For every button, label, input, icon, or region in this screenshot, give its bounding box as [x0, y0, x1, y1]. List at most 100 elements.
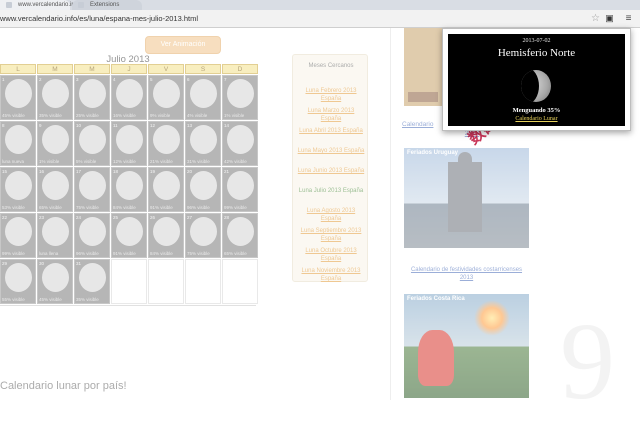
calendar-day-cell[interactable]: 26 84% visible: [148, 213, 184, 258]
calendar-day-cell[interactable]: 24 96% visible: [74, 213, 110, 258]
nearby-months-title: Meses Cercanos: [308, 63, 354, 69]
calendar-bottom-line: [0, 305, 256, 306]
day-number: 20: [187, 169, 193, 174]
calendar-day-cell[interactable]: 3 25% visible: [74, 75, 110, 120]
moon-phase-icon: [153, 217, 180, 246]
empty-day-cell: [185, 259, 221, 304]
nearby-month-link[interactable]: Luna Septiembre 2013 España: [297, 227, 365, 243]
popup-hemisphere: Hemisferio Norte: [497, 47, 576, 59]
calendar-day-cell[interactable]: 11 12% visible: [111, 121, 147, 166]
calendar-day-cell[interactable]: 17 75% visible: [74, 167, 110, 212]
visibility-label: 55% visible: [2, 297, 25, 302]
moon-phase-icon: [190, 125, 217, 154]
tab-extensions[interactable]: Extensions: [72, 0, 142, 10]
visibility-label: 99% visible: [2, 251, 25, 256]
day-number: 23: [39, 215, 45, 220]
url-field[interactable]: www.vercalendario.info/es/luna/espana-me…: [0, 13, 198, 24]
image-detail: [408, 92, 438, 102]
day-number: 11: [113, 123, 118, 128]
visibility-label: 91% visible: [150, 205, 173, 210]
nearby-month-link[interactable]: Luna Mayo 2013 España: [297, 147, 365, 155]
religious-image[interactable]: [404, 28, 442, 106]
nearby-month-link[interactable]: Luna Agosto 2013 España: [297, 207, 365, 223]
calendar-day-cell[interactable]: 14 42% visible: [222, 121, 258, 166]
nearby-month-link[interactable]: Luna Febrero 2013 España: [297, 87, 365, 103]
moon-phase-icon: [42, 125, 69, 154]
moon-phase-icon: [116, 79, 143, 108]
nearby-month-link[interactable]: Luna Marzo 2013 España: [297, 107, 365, 123]
calendar-day-cell[interactable]: 2 35% visible: [37, 75, 73, 120]
fireworks-shape: [474, 300, 510, 336]
calendar-day-cell[interactable]: 30 45% visible: [37, 259, 73, 304]
calendar-day-cell[interactable]: 31 35% visible: [74, 259, 110, 304]
animation-button[interactable]: Ver Animación: [145, 36, 221, 54]
day-header: L: [0, 64, 36, 74]
calendar-day-cell[interactable]: 16 65% visible: [37, 167, 73, 212]
moon-phase-icon: [5, 217, 32, 246]
calendar-day-cell[interactable]: 7 1% visible: [222, 75, 258, 120]
calendar-day-cell[interactable]: 23 luna llena: [37, 213, 73, 258]
building-shape: [448, 162, 482, 232]
day-number: 9: [39, 123, 42, 128]
tab-strip: www.vercalendario.info Extensions: [0, 0, 640, 10]
calendar-day-cell[interactable]: 29 55% visible: [0, 259, 36, 304]
calendar-day-cell[interactable]: 19 91% visible: [148, 167, 184, 212]
day-number: 28: [224, 215, 230, 220]
lunar-calendar-link[interactable]: Calendario Lunar: [448, 116, 625, 122]
day-number: 12: [150, 123, 156, 128]
day-number: 1: [2, 77, 5, 82]
moon-phase-icon: [153, 79, 180, 108]
calendar-day-cell[interactable]: 28 65% visible: [222, 213, 258, 258]
calendar-day-cell[interactable]: 18 84% visible: [111, 167, 147, 212]
calendar-day-cell[interactable]: 21 99% visible: [222, 167, 258, 212]
calendar-day-cell[interactable]: 8 luna nueva: [0, 121, 36, 166]
visibility-label: 96% visible: [187, 205, 210, 210]
calendar-day-cell[interactable]: 10 5% visible: [74, 121, 110, 166]
moon-phase-icon: [79, 217, 106, 246]
costa-rica-holidays-image[interactable]: Feriados Costa Rica: [404, 294, 529, 398]
tab-vercalendario[interactable]: www.vercalendario.info: [0, 0, 80, 10]
calendar-day-cell[interactable]: 20 96% visible: [185, 167, 221, 212]
calendar-day-cell[interactable]: 9 1% visible: [37, 121, 73, 166]
moon-phase-popup: 2013-07-02 Hemisferio Norte Menguando 35…: [442, 28, 631, 131]
calendar-day-cell[interactable]: 4 16% visible: [111, 75, 147, 120]
favicon-icon: [6, 2, 12, 8]
moon-phase-icon: [5, 171, 32, 200]
day-number: 2: [39, 77, 42, 82]
nearby-month-link[interactable]: Luna Octubre 2013 España: [297, 247, 365, 263]
star-icon[interactable]: ☆: [589, 12, 602, 25]
visibility-label: luna llena: [39, 251, 59, 256]
moon-phase-icon: [153, 171, 180, 200]
day-number: 13: [187, 123, 193, 128]
costa-rica-calendar-link[interactable]: Calendario de festividades costarricense…: [404, 266, 529, 282]
moon-phase-icon: [5, 79, 32, 108]
calendar-day-cell[interactable]: 13 31% visible: [185, 121, 221, 166]
moon-shadow: [521, 70, 539, 102]
calendar-day-cell[interactable]: 22 99% visible: [0, 213, 36, 258]
visibility-label: 65% visible: [224, 251, 247, 256]
day-number: 8: [2, 123, 5, 128]
nearby-month-link[interactable]: Luna Junio 2013 España: [297, 167, 365, 175]
day-number: 21: [224, 169, 230, 174]
tab-label: Extensions: [90, 2, 120, 8]
menu-icon[interactable]: ≡: [622, 12, 635, 25]
nearby-month-link[interactable]: Luna Noviembre 2013 España: [297, 267, 365, 283]
calendar-day-cell[interactable]: 15 53% visible: [0, 167, 36, 212]
calendar-day-cell[interactable]: 6 4% visible: [185, 75, 221, 120]
calendar-day-cell[interactable]: 1 45% visible: [0, 75, 36, 120]
calendar-day-cell[interactable]: 12 21% visible: [148, 121, 184, 166]
calendar-day-cell[interactable]: 5 9% visible: [148, 75, 184, 120]
building-dome: [458, 152, 472, 166]
day-number: 30: [39, 261, 45, 266]
uruguay-holidays-image[interactable]: Feriados Uruguay: [404, 148, 529, 248]
moon-phase-icon: [42, 217, 69, 246]
visibility-label: 96% visible: [76, 251, 99, 256]
nearby-month-link[interactable]: Luna Abril 2013 España: [297, 127, 365, 135]
visibility-label: 42% visible: [224, 159, 247, 164]
day-header: D: [222, 64, 258, 74]
visibility-label: 65% visible: [39, 205, 62, 210]
calendar-extension-icon[interactable]: ▣: [603, 12, 616, 25]
calendar-day-cell[interactable]: 27 75% visible: [185, 213, 221, 258]
empty-day-cell: [111, 259, 147, 304]
calendar-day-cell[interactable]: 25 91% visible: [111, 213, 147, 258]
